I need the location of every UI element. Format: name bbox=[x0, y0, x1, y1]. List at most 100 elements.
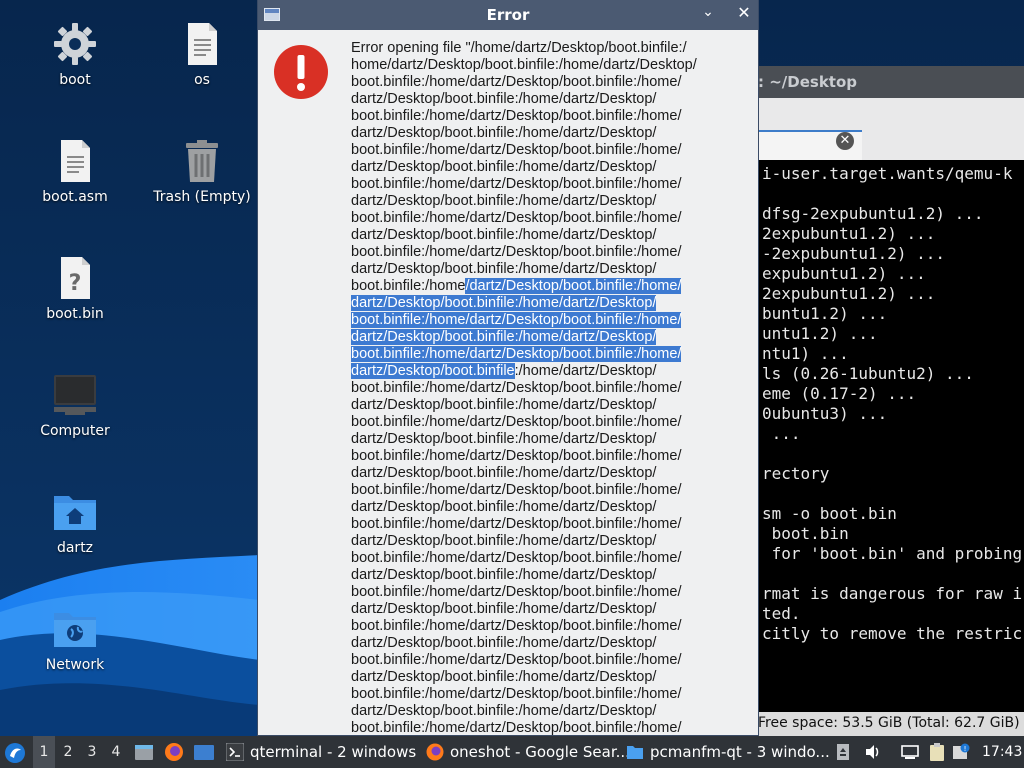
show-desktop-icon[interactable] bbox=[193, 744, 215, 762]
message-text: :/home/dartz/Desktop/ bbox=[514, 363, 657, 379]
message-line: boot.binfile:/home/dartz/Desktop/boot.bi… bbox=[351, 210, 682, 226]
terminal-line: eme (0.17-2) ... bbox=[762, 384, 917, 403]
desktop-icon-boot[interactable]: boot bbox=[20, 20, 130, 88]
desktop-icon-label: boot bbox=[59, 72, 91, 88]
message-line: boot.binfile:/home/dartz/Desktop/boot.bi… bbox=[351, 142, 682, 158]
terminal-line: dfsg-2expubuntu1.2) ... bbox=[762, 204, 984, 223]
terminal-output[interactable]: i-user.target.wants/qemu-k dfsg-2expubun… bbox=[762, 164, 1024, 644]
text-file-icon bbox=[188, 23, 217, 65]
desktop-icon-label: os bbox=[194, 72, 210, 88]
message-line: dartz/Desktop/boot.binfile:/home/dartz/D… bbox=[351, 261, 657, 277]
error-message[interactable]: Error opening file "/home/dartz/Desktop/… bbox=[351, 40, 746, 736]
terminal-line: rectory bbox=[762, 464, 830, 483]
clipboard-icon[interactable] bbox=[928, 742, 946, 762]
task-qterminal[interactable]: qterminal - 2 windows bbox=[224, 736, 416, 768]
terminal-icon bbox=[226, 743, 244, 761]
close-tab-icon[interactable]: ✕ bbox=[836, 132, 854, 150]
workspace-2[interactable]: 2 bbox=[57, 736, 79, 768]
task-label: oneshot - Google Sear... bbox=[450, 743, 630, 761]
free-space-text: Free space: 53.5 GiB (Total: 62.7 GiB) bbox=[758, 715, 1020, 731]
terminal-line: boot.bin bbox=[762, 524, 849, 543]
message-line: boot.binfile:/home/dartz/Desktop/boot.bi… bbox=[351, 278, 746, 295]
message-line: Error opening file "/home/dartz/Desktop/… bbox=[351, 40, 687, 56]
terminal-line: buntu1.2) ... bbox=[762, 304, 888, 323]
terminal-line: ... bbox=[762, 424, 801, 443]
message-line: boot.binfile:/home/dartz/Desktop/boot.bi… bbox=[351, 550, 682, 566]
message-line: dartz/Desktop/boot.binfile:/home/dartz/D… bbox=[351, 567, 657, 583]
message-line: boot.binfile:/home/dartz/Desktop/boot.bi… bbox=[351, 720, 682, 736]
selected-text: boot.binfile:/home/dartz/Desktop/boot.bi… bbox=[351, 346, 682, 362]
desktop-icon-computer[interactable]: Computer bbox=[20, 371, 130, 439]
message-line: boot.binfile:/home/dartz/Desktop/boot.bi… bbox=[351, 176, 682, 192]
terminal-title: : ~/Desktop bbox=[758, 73, 858, 91]
workspace-1[interactable]: 1 bbox=[33, 736, 55, 768]
terminal-line: -2expubuntu1.2) ... bbox=[762, 244, 946, 263]
message-line: boot.binfile:/home/dartz/Desktop/boot.bi… bbox=[351, 108, 682, 124]
selected-text: boot.binfile:/home/dartz/Desktop/boot.bi… bbox=[351, 312, 682, 328]
message-line: dartz/Desktop/boot.binfile:/home/dartz/D… bbox=[351, 635, 657, 651]
error-dialog[interactable]: Error ⌄ ✕ Error opening file "/home/dart… bbox=[257, 0, 759, 736]
task-label: qterminal - 2 windows bbox=[250, 743, 417, 761]
desktop-icon-trash[interactable]: Trash (Empty) bbox=[147, 137, 257, 205]
home-folder-icon bbox=[54, 496, 96, 530]
terminal-line: rmat is dangerous for raw i bbox=[762, 584, 1023, 603]
desktop-icon-label: Network bbox=[45, 657, 105, 673]
eject-icon[interactable] bbox=[836, 743, 850, 761]
close-button[interactable]: ✕ bbox=[734, 3, 754, 25]
desktop-icon-label: Trash (Empty) bbox=[153, 189, 251, 205]
minimize-button[interactable]: ⌄ bbox=[698, 4, 718, 24]
update-notifier-icon[interactable]: ! bbox=[952, 743, 970, 761]
message-line: dartz/Desktop/boot.binfile:/home/dartz/D… bbox=[351, 703, 657, 719]
desktop-icon-boot-bin[interactable]: ? boot.bin bbox=[20, 254, 130, 322]
file-manager-launcher-icon[interactable] bbox=[134, 743, 154, 761]
error-icon bbox=[274, 45, 328, 99]
terminal-line: untu1.2) ... bbox=[762, 324, 878, 343]
message-line: dartz/Desktop/boot.binfile:/home/dartz/D… bbox=[351, 465, 657, 481]
terminal-line: ted. bbox=[762, 604, 801, 623]
desktop-icon-boot-asm[interactable]: boot.asm bbox=[20, 137, 130, 205]
message-line: dartz/Desktop/boot.binfile:/home/dartz/D… bbox=[351, 601, 657, 617]
desktop-icon-os[interactable]: os bbox=[147, 20, 257, 88]
message-line: boot.binfile:/home/dartz/Desktop/boot.bi… bbox=[351, 244, 682, 260]
message-line: dartz/Desktop/boot.binfile:/home/dartz/D… bbox=[351, 431, 657, 447]
terminal-line: 2expubuntu1.2) ... bbox=[762, 224, 936, 243]
folder-icon bbox=[627, 746, 643, 759]
message-line: dartz/Desktop/boot.binfile:/home/dartz/D… bbox=[351, 193, 657, 209]
task-firefox[interactable]: oneshot - Google Sear... bbox=[424, 736, 630, 768]
message-line: dartz/Desktop/boot.binfile:/home/dartz/D… bbox=[351, 533, 657, 549]
svg-text:!: ! bbox=[964, 745, 967, 753]
firefox-launcher-icon[interactable] bbox=[164, 742, 184, 762]
trash-icon bbox=[186, 140, 218, 182]
message-line: boot.binfile:/home/dartz/Desktop/boot.bi… bbox=[351, 652, 682, 668]
task-label: pcmanfm-qt - 3 windo... bbox=[650, 743, 830, 761]
taskbar: 1 2 3 4 qterminal - 2 windows oneshot - … bbox=[0, 736, 1024, 768]
message-line: dartz/Desktop/boot.binfile:/home/dartz/D… bbox=[351, 125, 657, 141]
desktop-icon-label: dartz bbox=[56, 540, 94, 556]
terminal-line: ntu1) ... bbox=[762, 344, 849, 363]
start-menu-icon[interactable] bbox=[4, 742, 26, 764]
network-folder-icon bbox=[54, 613, 96, 647]
terminal-line: sm -o boot.bin bbox=[762, 504, 897, 523]
message-line: dartz/Desktop/boot.binfile:/home/dartz/D… bbox=[351, 227, 657, 243]
dialog-title: Error bbox=[486, 6, 530, 24]
network-icon[interactable] bbox=[900, 743, 920, 761]
workspace-4[interactable]: 4 bbox=[105, 736, 127, 768]
dialog-titlebar[interactable]: Error ⌄ ✕ bbox=[258, 0, 758, 30]
message-line: boot.binfile:/home/dartz/Desktop/boot.bi… bbox=[351, 448, 682, 464]
terminal-line: i-user.target.wants/qemu-k bbox=[762, 164, 1013, 183]
terminal-line: 0ubuntu3) ... bbox=[762, 404, 888, 423]
volume-icon[interactable] bbox=[864, 743, 882, 761]
message-line: dartz/Desktop/boot.binfile:/home/dartz/D… bbox=[351, 159, 657, 175]
workspace-3[interactable]: 3 bbox=[81, 736, 103, 768]
terminal-line: ls (0.26-1ubuntu2) ... bbox=[762, 364, 974, 383]
desktop-icon-dartz[interactable]: dartz bbox=[20, 488, 130, 556]
desktop-icon-label: boot.bin bbox=[46, 306, 104, 322]
clock[interactable]: 17:43 bbox=[982, 736, 1022, 768]
message-line: boot.binfile:/home/dartz/Desktop/boot.bi… bbox=[351, 312, 746, 329]
task-pcmanfm[interactable]: pcmanfm-qt - 3 windo... bbox=[624, 736, 830, 768]
svg-text:?: ? bbox=[69, 271, 82, 296]
desktop-icon-network[interactable]: Network bbox=[20, 605, 130, 673]
